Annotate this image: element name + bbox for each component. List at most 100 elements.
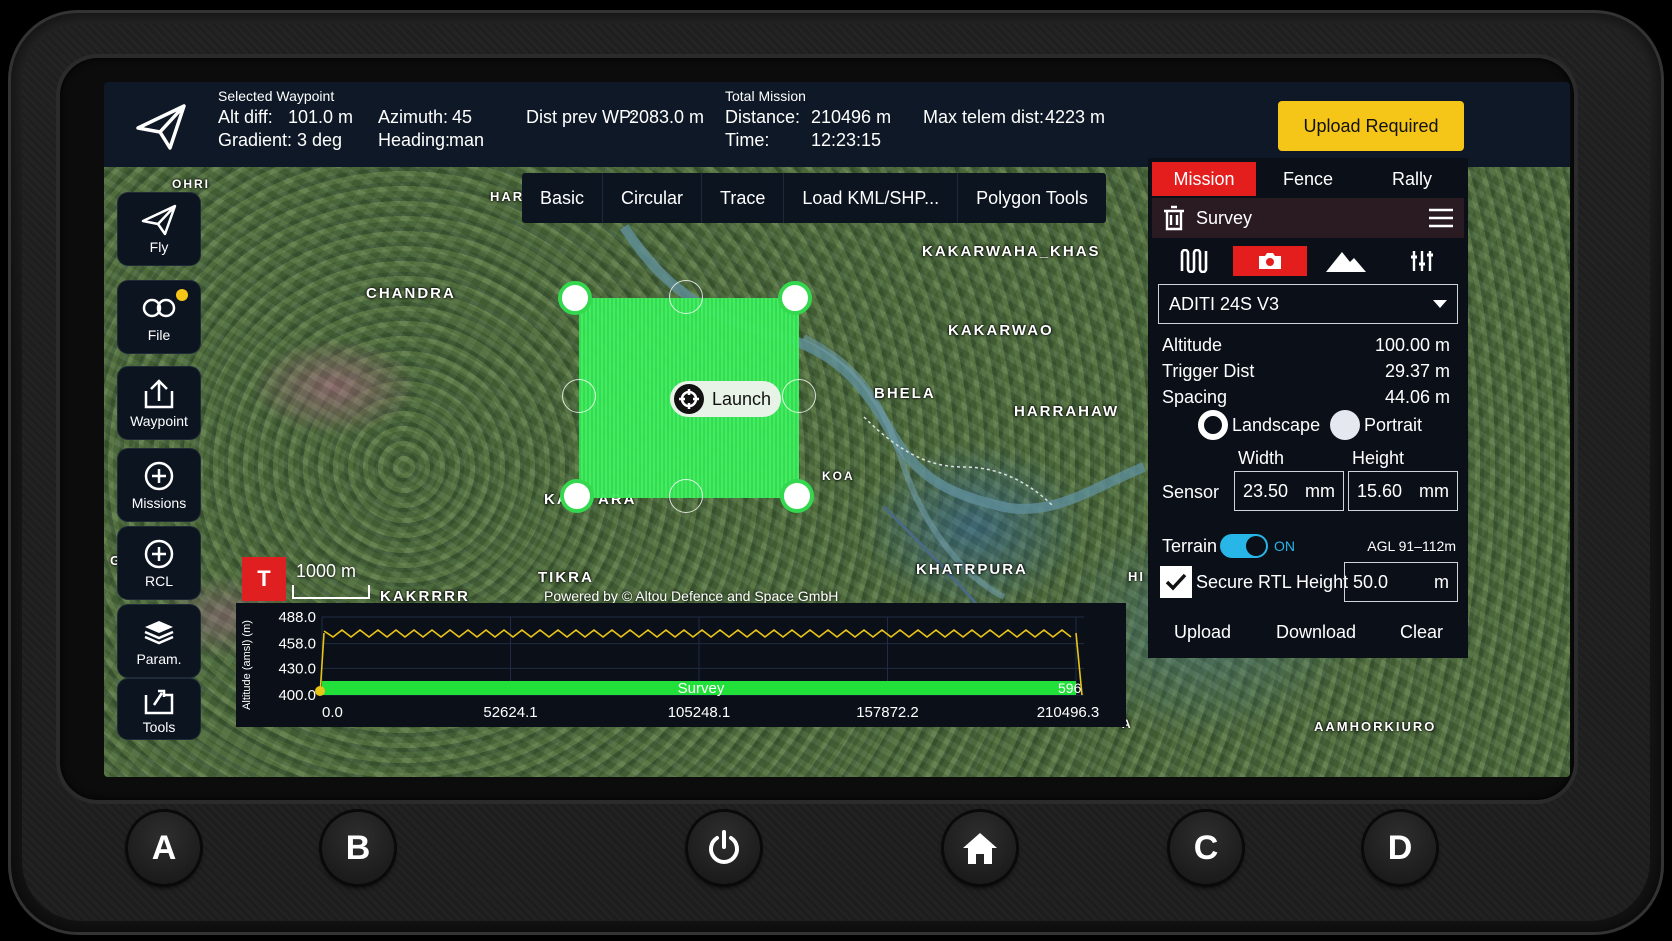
hardware-button-c[interactable]: C xyxy=(1170,812,1242,884)
landscape-radio[interactable]: Landscape xyxy=(1198,410,1320,440)
trigger-row: Trigger Dist 29.37 m xyxy=(1148,358,1468,384)
sensor-width-input[interactable]: 23.50 mm xyxy=(1234,471,1344,511)
panel-tabs: Mission Fence Rally xyxy=(1152,162,1464,196)
unit-label: mm xyxy=(1419,480,1449,501)
terrain-icon[interactable] xyxy=(1309,246,1383,276)
gradient-value: 3 deg xyxy=(297,130,343,150)
download-button[interactable]: Download xyxy=(1276,622,1356,643)
sensor-height-input[interactable]: 15.60 mm xyxy=(1348,471,1458,511)
vertex-handle[interactable] xyxy=(780,479,814,513)
layers-icon xyxy=(144,621,174,645)
nav-waypoint-button[interactable]: Waypoint xyxy=(118,367,200,439)
secure-rtl-checkbox[interactable] xyxy=(1160,566,1192,598)
nav-rcl-button[interactable]: RCL xyxy=(118,527,200,599)
landscape-label: Landscape xyxy=(1232,414,1321,435)
altitude-profile-chart: Altitude (amsl) (m) 488.0 458.0 430.0 400.0… xyxy=(236,603,1126,727)
max-telem-label: Max telem dist: xyxy=(923,107,1045,127)
tools-icon xyxy=(144,689,174,715)
nav-file-button[interactable]: File xyxy=(118,281,200,353)
selected-waypoint-heading: Selected Waypoint xyxy=(218,88,335,104)
spacing-label: Spacing xyxy=(1162,386,1228,407)
app-screen: Selected Waypoint Alt diff: 101.0 m Grad… xyxy=(104,82,1570,777)
terrain-label: Terrain xyxy=(1162,536,1218,556)
series-end-label: 596 xyxy=(1058,680,1082,696)
tab-rally[interactable]: Rally xyxy=(1360,162,1464,196)
y-tick-label: 488.0 xyxy=(278,609,316,626)
place-label: AAMHORKIURO xyxy=(1314,719,1437,734)
basic-button[interactable]: Basic xyxy=(522,173,604,223)
plan-toolbar: Basic Circular Trace Load KML/SHP... Pol… xyxy=(522,173,1106,223)
camera-select[interactable]: ADITI 24S V3 xyxy=(1158,284,1458,324)
mission-panel: Mission Fence Rally Survey ADITI 24S V3 … xyxy=(1148,158,1468,658)
upload-box-icon xyxy=(144,379,174,409)
start-point xyxy=(315,686,325,696)
place-label: KAKARWAO xyxy=(948,322,1054,339)
radio-unselected xyxy=(1330,410,1360,440)
vertex-handle[interactable] xyxy=(560,479,594,513)
total-mission-heading: Total Mission xyxy=(725,88,806,104)
vertex-handle[interactable] xyxy=(778,281,812,315)
altitude-label: Altitude xyxy=(1162,334,1223,355)
midpoint-handle[interactable] xyxy=(669,280,703,314)
series-label: Survey xyxy=(678,680,725,697)
chart-ylabel: Altitude (amsl) (m) xyxy=(241,620,253,710)
y-tick-label: 430.0 xyxy=(278,660,316,677)
vertex-handle[interactable] xyxy=(558,281,592,315)
pattern-icon[interactable] xyxy=(1157,246,1231,276)
azimuth-value: 45 xyxy=(452,107,473,127)
nav-missions-button[interactable]: Missions xyxy=(118,449,200,521)
upload-button[interactable]: Upload xyxy=(1174,622,1231,643)
clear-button[interactable]: Clear xyxy=(1400,622,1443,643)
distance-label: Distance: xyxy=(725,107,801,127)
launch-marker[interactable]: Launch xyxy=(670,381,782,417)
camera-icon[interactable] xyxy=(1233,246,1307,276)
nav-param-button[interactable]: Param. xyxy=(118,605,200,677)
notification-dot xyxy=(176,289,188,301)
heading-label: Heading: xyxy=(378,130,451,150)
midpoint-handle[interactable] xyxy=(562,379,596,413)
place-label: KHATRPURA xyxy=(916,561,1028,578)
home-button[interactable] xyxy=(944,812,1016,884)
place-label: HI xyxy=(1128,569,1145,584)
portrait-radio[interactable]: Portrait xyxy=(1330,410,1422,440)
place-label: HAR xyxy=(490,189,525,204)
nav-tools-button[interactable]: Tools xyxy=(118,679,200,739)
tab-mission[interactable]: Mission xyxy=(1152,162,1256,196)
terrain-toggle[interactable] xyxy=(1220,534,1268,558)
power-button[interactable] xyxy=(688,812,760,884)
place-label: KAKARWAHA_KHAS xyxy=(922,243,1101,260)
hardware-button-a[interactable]: A xyxy=(128,812,200,884)
midpoint-handle[interactable] xyxy=(782,379,816,413)
t-marker[interactable]: T xyxy=(242,557,286,601)
agl-range: AGL 91–112m xyxy=(1367,538,1456,554)
place-label: KOA xyxy=(822,469,855,483)
sliders-icon[interactable] xyxy=(1385,246,1459,276)
plus-circle-icon xyxy=(144,539,174,569)
x-tick-label: 157872.2 xyxy=(856,704,919,721)
circular-button[interactable]: Circular xyxy=(603,173,703,223)
top-status-bar: Selected Waypoint Alt diff: 101.0 m Grad… xyxy=(104,82,1570,167)
tab-fence[interactable]: Fence xyxy=(1256,162,1360,196)
radio-selected xyxy=(1198,410,1228,440)
hamburger-menu-icon[interactable] xyxy=(1428,208,1454,228)
load-kml-button[interactable]: Load KML/SHP... xyxy=(784,173,959,223)
survey-title: Survey xyxy=(1196,207,1253,228)
checkmark-icon xyxy=(1165,573,1187,591)
unit-label: m xyxy=(1434,571,1449,592)
spacing-row: Spacing 44.06 m xyxy=(1148,384,1468,410)
polygon-tools-button[interactable]: Polygon Tools xyxy=(958,173,1106,223)
nav-fly-button[interactable]: Fly xyxy=(118,193,200,265)
nav-label: RCL xyxy=(144,573,173,589)
hardware-button-b[interactable]: B xyxy=(322,812,394,884)
home-icon xyxy=(963,833,997,864)
midpoint-handle[interactable] xyxy=(669,479,703,513)
trigger-value: 29.37 m xyxy=(1384,360,1450,381)
heading-value: man xyxy=(449,130,485,150)
azimuth-label: Azimuth: xyxy=(378,107,449,127)
trash-icon[interactable] xyxy=(1162,205,1186,231)
upload-required-button[interactable]: Upload Required xyxy=(1278,101,1464,151)
trace-button[interactable]: Trace xyxy=(702,173,785,223)
secure-rtl-input[interactable]: 50.0 m xyxy=(1344,562,1458,602)
hardware-button-d[interactable]: D xyxy=(1364,812,1436,884)
max-telem-value: 4223 m xyxy=(1045,107,1106,127)
